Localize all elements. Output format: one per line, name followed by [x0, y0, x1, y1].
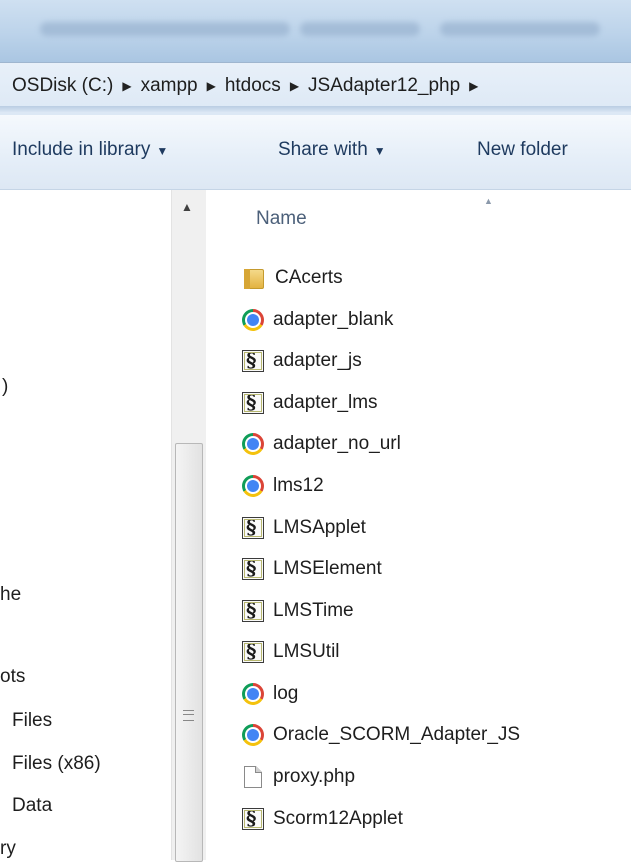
- breadcrumb-osdisk[interactable]: OSDisk (C:): [8, 73, 117, 99]
- file-name: adapter_blank: [273, 309, 394, 330]
- scroll-thumb[interactable]: [175, 443, 203, 862]
- nav-scrollbar[interactable]: ▲: [171, 190, 207, 862]
- share-with-button[interactable]: Share with ▼: [278, 139, 386, 161]
- new-folder-button[interactable]: New folder: [477, 139, 568, 161]
- breadcrumb-xampp[interactable]: xampp: [137, 73, 202, 99]
- script-icon: [242, 390, 264, 414]
- nav-item[interactable]: Files: [12, 710, 52, 732]
- file-name: LMSApplet: [273, 517, 366, 538]
- nav-item[interactable]: ry: [0, 838, 16, 860]
- column-header-name[interactable]: Name: [256, 208, 307, 230]
- address-bar[interactable]: OSDisk (C:) ▶ xampp ▶ htdocs ▶ JSAdapter…: [0, 62, 631, 116]
- file-item[interactable]: adapter_lms: [242, 388, 378, 418]
- title-blur: [40, 22, 290, 36]
- new-folder-label: New folder: [477, 139, 568, 160]
- chrome-icon: [242, 475, 264, 497]
- file-name: LMSElement: [273, 558, 382, 579]
- chrome-icon: [242, 683, 264, 705]
- command-bar: Include in library ▼ Share with ▼ New fold…: [0, 115, 631, 190]
- navigation-pane: ) he ots Files Files (x86) Data ry: [0, 190, 171, 860]
- file-name: proxy.php: [273, 766, 356, 787]
- file-item[interactable]: CAcerts: [242, 263, 343, 293]
- breadcrumb-htdocs[interactable]: htdocs: [221, 73, 285, 99]
- breadcrumb-jsadapter[interactable]: JSAdapter12_php: [304, 73, 464, 99]
- share-with-label: Share with: [278, 139, 368, 160]
- sort-arrow-icon: ▲: [484, 196, 493, 206]
- file-item[interactable]: Oracle_SCORM_Adapter_JS: [242, 720, 520, 750]
- title-blur: [440, 22, 600, 36]
- file-item[interactable]: LMSUtil: [242, 637, 340, 667]
- file-item[interactable]: proxy.php: [242, 762, 355, 792]
- breadcrumb-arrow-icon[interactable]: ▶: [469, 79, 478, 93]
- script-icon: [242, 806, 264, 830]
- title-bar: [0, 0, 631, 62]
- include-in-library-button[interactable]: Include in library ▼: [12, 139, 168, 161]
- file-name: LMSTime: [273, 600, 354, 621]
- breadcrumb-arrow-icon[interactable]: ▶: [207, 79, 216, 93]
- nav-item[interactable]: Data: [12, 795, 52, 817]
- file-item[interactable]: adapter_no_url: [242, 429, 401, 459]
- nav-item[interactable]: Files (x86): [12, 753, 101, 775]
- file-name: adapter_no_url: [273, 433, 401, 454]
- breadcrumb-arrow-icon[interactable]: ▶: [290, 79, 299, 93]
- chrome-icon: [242, 309, 264, 331]
- file-item[interactable]: adapter_js: [242, 346, 362, 376]
- file-name: Scorm12Applet: [273, 808, 403, 829]
- file-name: Oracle_SCORM_Adapter_JS: [273, 724, 521, 745]
- file-item[interactable]: LMSElement: [242, 554, 382, 584]
- file-item[interactable]: adapter_blank: [242, 305, 393, 335]
- grip-icon: [183, 710, 194, 721]
- breadcrumb: OSDisk (C:) ▶ xampp ▶ htdocs ▶ JSAdapter…: [8, 73, 483, 99]
- script-icon: [242, 556, 264, 580]
- nav-item[interactable]: ots: [0, 666, 25, 688]
- title-blur: [300, 22, 420, 36]
- file-name: LMSUtil: [273, 641, 340, 662]
- file-name: lms12: [273, 475, 324, 496]
- file-icon: [244, 766, 262, 788]
- file-list: ▲ Name CAcerts adapter_blank adapter_js …: [206, 190, 631, 860]
- file-item[interactable]: LMSApplet: [242, 513, 366, 543]
- script-icon: [242, 348, 264, 372]
- script-icon: [242, 598, 264, 622]
- chrome-icon: [242, 433, 264, 455]
- breadcrumb-arrow-icon[interactable]: ▶: [122, 79, 131, 93]
- file-item[interactable]: log: [242, 679, 298, 709]
- folder-icon: [244, 269, 264, 289]
- address-divider: [0, 106, 631, 112]
- file-item[interactable]: Scorm12Applet: [242, 804, 403, 834]
- chevron-down-icon: ▼: [156, 144, 169, 158]
- nav-item[interactable]: he: [0, 584, 21, 606]
- script-icon: [242, 639, 264, 663]
- file-name: CAcerts: [275, 267, 343, 288]
- scroll-up-arrow-icon[interactable]: ▲: [181, 200, 193, 214]
- file-name: adapter_lms: [273, 392, 378, 413]
- script-icon: [242, 515, 264, 539]
- file-name: adapter_js: [273, 350, 362, 371]
- chevron-down-icon: ▼: [373, 144, 386, 158]
- include-in-library-label: Include in library: [12, 139, 151, 160]
- file-item[interactable]: lms12: [242, 471, 324, 501]
- file-name: log: [273, 683, 299, 704]
- file-item[interactable]: LMSTime: [242, 596, 354, 626]
- chrome-icon: [242, 724, 264, 746]
- nav-item[interactable]: ): [2, 376, 8, 398]
